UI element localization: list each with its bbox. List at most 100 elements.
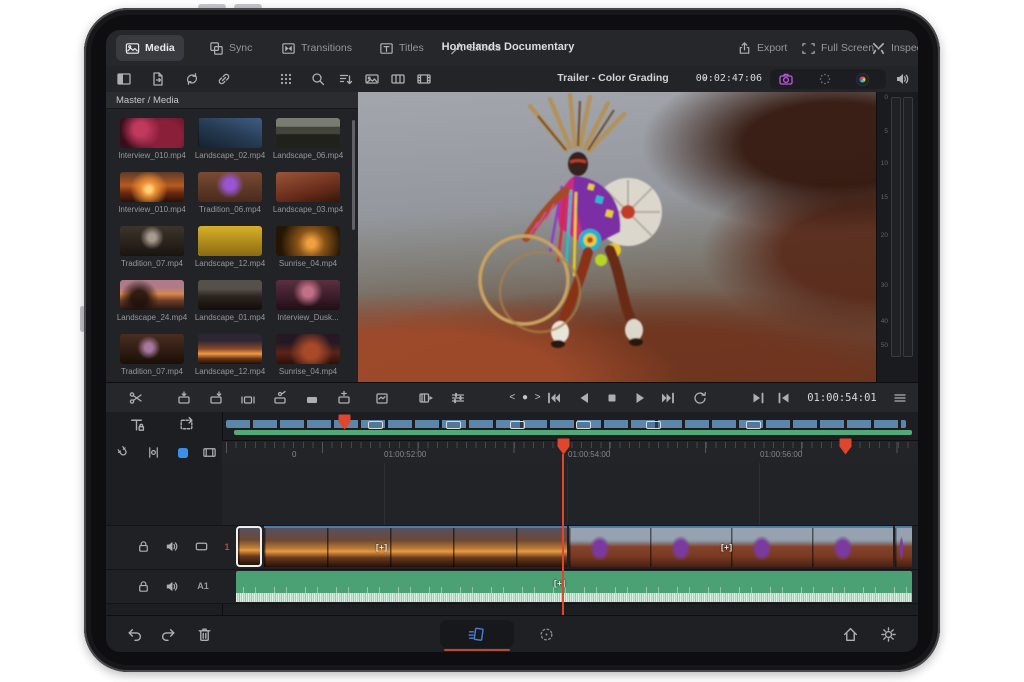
media-thumbnail[interactable]	[120, 226, 184, 256]
text-tool-icon[interactable]	[128, 416, 145, 433]
media-thumbnail[interactable]	[198, 118, 262, 148]
undo-icon[interactable]	[126, 626, 143, 643]
media-thumbnail[interactable]	[276, 226, 340, 256]
track-enable-icon[interactable]	[194, 539, 209, 554]
media-thumbnail[interactable]	[276, 334, 340, 364]
relink-icon[interactable]	[216, 71, 232, 87]
inspector-button[interactable]: Inspector	[862, 35, 918, 61]
media-cell: Landscape_01.mp4	[198, 280, 266, 322]
append-clip-icon[interactable]	[208, 390, 224, 406]
smart-insert-icon[interactable]	[176, 390, 192, 406]
media-thumbnail[interactable]	[198, 172, 262, 202]
media-thumbnail[interactable]	[120, 172, 184, 202]
camera-icon[interactable]	[778, 71, 794, 87]
cut-page-tab[interactable]	[440, 620, 514, 648]
ruler-label: 01:00:52:00	[384, 450, 426, 459]
track-audio-icon[interactable]	[164, 579, 179, 594]
next-edit-icon[interactable]	[750, 390, 766, 406]
color-page-tab[interactable]	[538, 626, 555, 643]
timeline-ruler[interactable]: 0 01:00:52:00 01:00:54:00 01:00:56:00	[222, 440, 918, 465]
settings-gear-icon[interactable]	[880, 626, 897, 643]
timeline-minimap-audio[interactable]	[234, 430, 912, 435]
viewer[interactable]	[358, 92, 876, 382]
timeline-clip-sunset[interactable]: [+]	[264, 526, 567, 567]
timeline-clip-partial[interactable]	[895, 526, 912, 567]
sort-icon[interactable]	[338, 71, 354, 87]
tab-transitions[interactable]: Transitions	[272, 35, 361, 61]
media-thumbnail[interactable]	[120, 280, 184, 310]
play-reverse-icon[interactable]	[576, 390, 592, 406]
track-lock-icon[interactable]	[136, 539, 151, 554]
track-lock-icon[interactable]	[136, 579, 151, 594]
flags-icon[interactable]	[146, 445, 161, 460]
resync-icon[interactable]	[184, 71, 200, 87]
audio-monitor-icon[interactable]	[894, 71, 910, 87]
fit-to-fill-icon[interactable]	[374, 390, 390, 406]
breadcrumb[interactable]: Master / Media	[106, 92, 358, 109]
overwrite-clip-icon[interactable]	[304, 390, 320, 406]
timeline-clip-selected[interactable]	[236, 526, 262, 567]
tab-media[interactable]: Media	[116, 35, 184, 61]
media-scrollbar[interactable]	[352, 120, 355, 230]
playhead-line[interactable]	[562, 454, 564, 619]
clip-marker[interactable]: [+]	[721, 543, 733, 552]
import-media-icon[interactable]	[150, 71, 166, 87]
secondary-marker-pin[interactable]	[839, 437, 852, 456]
transform-tool-icon[interactable]	[178, 416, 195, 433]
home-icon[interactable]	[842, 626, 859, 643]
export-button[interactable]: Export	[728, 35, 796, 61]
sync-icon	[209, 41, 224, 56]
media-cell: Landscape_24.mp4	[120, 280, 188, 322]
transport-menu-icon[interactable]	[892, 390, 908, 406]
media-thumbnail[interactable]	[198, 280, 262, 310]
media-clip-name: Landscape_03.mp4	[272, 205, 344, 214]
play-icon[interactable]	[632, 390, 648, 406]
trim-tools-icon[interactable]	[450, 390, 466, 406]
ripple-overwrite-icon[interactable]	[240, 390, 256, 406]
skip-to-start-icon[interactable]	[546, 390, 562, 406]
media-thumbnail[interactable]	[120, 118, 184, 148]
ruler-label: 01:00:56:00	[760, 450, 802, 459]
timeline-audio-clip[interactable]: [+]	[236, 571, 912, 602]
marker-color-swatch[interactable]	[178, 448, 188, 458]
insert-clip-icon[interactable]	[336, 390, 352, 406]
timeline-clip-dancer[interactable]: [+]	[569, 526, 893, 567]
delete-icon[interactable]	[196, 626, 213, 643]
media-thumbnail[interactable]	[276, 118, 340, 148]
play-clip-icon[interactable]	[418, 390, 434, 406]
sparkle-icon[interactable]	[817, 71, 833, 87]
split-clip-icon[interactable]	[128, 390, 144, 406]
media-thumbnail[interactable]	[198, 334, 262, 364]
color-wheel-icon[interactable]	[856, 73, 869, 86]
minimap-playhead-pin[interactable]	[338, 413, 351, 431]
skip-to-end-icon[interactable]	[660, 390, 676, 406]
timeline-view-icon[interactable]	[202, 445, 217, 460]
loop-icon[interactable]	[692, 390, 708, 406]
snapping-magnet-icon[interactable]	[116, 445, 131, 460]
previous-edit-icon[interactable]	[776, 390, 792, 406]
dancer-figure	[438, 92, 728, 374]
timeline-selector[interactable]: Trailer - Color Grading	[528, 72, 698, 84]
search-icon[interactable]	[310, 71, 326, 87]
stop-icon[interactable]	[604, 390, 620, 406]
clip-marker[interactable]: [+]	[376, 543, 388, 552]
bin-view-grid-icon[interactable]	[278, 71, 294, 87]
media-thumbnail[interactable]	[198, 226, 262, 256]
media-thumbnail[interactable]	[276, 280, 340, 310]
media-thumbnail[interactable]	[276, 172, 340, 202]
media-cell: Sunrise_04.mp4	[276, 334, 344, 376]
panel-toggle-icon[interactable]	[116, 71, 132, 87]
track-audio-icon[interactable]	[164, 539, 179, 554]
redo-icon[interactable]	[160, 626, 177, 643]
ruler-label: 01:00:54:00	[568, 450, 610, 459]
place-on-top-icon[interactable]	[272, 390, 288, 406]
meter-label: 0	[878, 94, 888, 101]
tab-sync[interactable]: Sync	[200, 35, 261, 61]
media-thumbnail[interactable]	[120, 334, 184, 364]
video-track-number: 1	[220, 542, 234, 552]
view-strip-icon[interactable]	[390, 71, 406, 87]
timeline-minimap-video[interactable]	[226, 420, 906, 428]
view-filmstrip-icon[interactable]	[416, 71, 432, 87]
media-clip-name: Interview_Dusk...	[272, 313, 344, 322]
view-thumbnail-icon[interactable]	[364, 71, 380, 87]
